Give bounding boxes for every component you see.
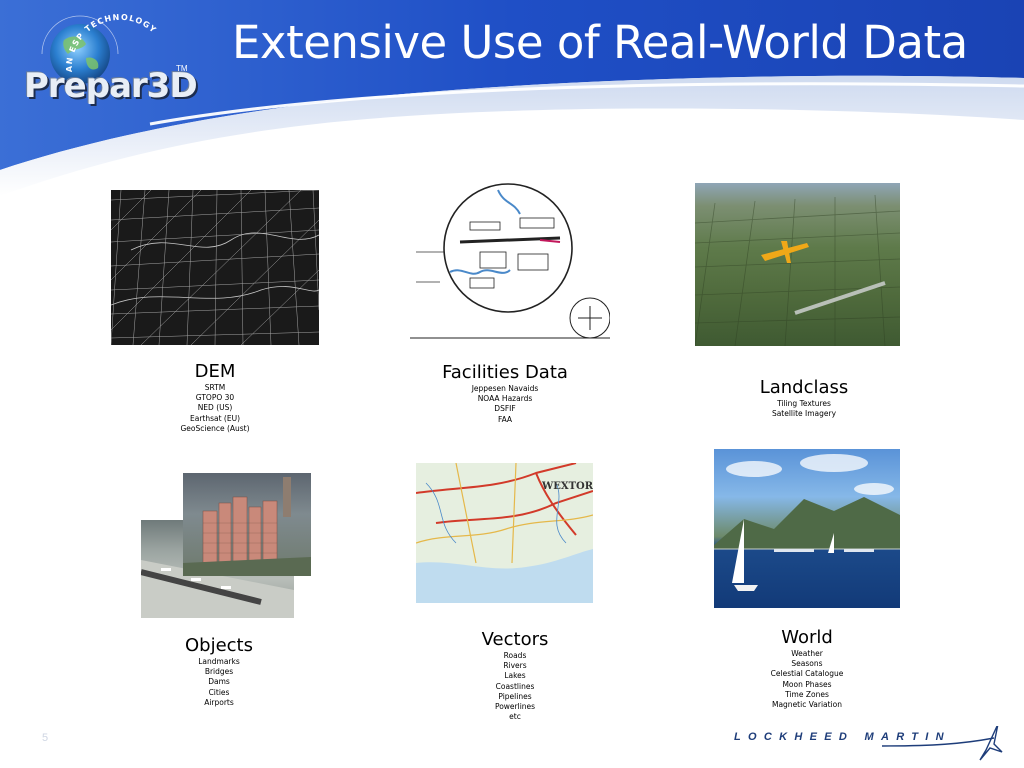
vectors-line: Lakes [504,671,526,681]
vectors-caption: Vectors Roads Rivers Lakes Coastlines Pi… [465,629,565,722]
vectors-line: Powerlines [494,702,536,712]
world-heading: World [781,627,833,648]
lockheed-martin-logo: LOCKHEED MARTIN [732,726,1012,766]
dem-line: Earthsat (EU) [189,413,241,423]
dem-caption: DEM SRTM GTOPO 30 NED (US) Earthsat (EU)… [165,361,265,434]
dem-heading: DEM [194,361,236,382]
vectors-line: Roads [503,651,527,660]
objects-line: Landmarks [198,657,240,666]
vectors-line: Coastlines [495,681,535,691]
prepar3d-logo: AN ESP TECHNOLOGY Prepar3D TM [20,14,200,118]
vectors-line: etc [509,712,521,722]
world-seascape-image [714,449,900,608]
world-caption: World Weather Seasons Celestial Catalogu… [737,627,877,710]
objects-line: Bridges [204,667,234,677]
world-line: Magnetic Variation [771,700,842,710]
map-label: WEXTOR [541,481,593,492]
logo-trademark: TM [176,64,188,73]
dem-line: GTOPO 30 [195,393,235,403]
facilities-caption: Facilities Data Jeppesen Navaids NOAA Ha… [425,362,585,425]
dem-line: NED (US) [197,403,233,413]
dem-line: GeoScience (Aust) [180,423,250,433]
star-swoosh-icon [881,726,1003,761]
facilities-line: DSFIF [494,404,516,414]
page-number: 5 [42,732,49,744]
facilities-line: NOAA Hazards [477,394,533,404]
world-line: Time Zones [785,689,829,699]
landclass-caption: Landclass Tiling Textures Satellite Imag… [744,377,864,419]
slide-title: Extensive Use of Real-World Data [232,16,968,69]
world-line: Weather [791,649,823,658]
vectors-line: Rivers [503,661,527,671]
slide-header: AN ESP TECHNOLOGY Prepar3D TM Extensive … [0,0,1024,200]
world-line: Moon Phases [782,679,832,689]
facilities-heading: Facilities Data [442,362,568,383]
facilities-chart-image [410,182,610,342]
world-line: Seasons [791,659,823,669]
vectors-map-image: WEXTOR [416,463,593,603]
logo-tagline: AN ESP TECHNOLOGY [65,14,159,72]
vectors-line: Pipelines [498,691,532,701]
landclass-line: Satellite Imagery [771,409,837,419]
facilities-line: FAA [497,414,513,424]
logo-product-name: Prepar3D [24,66,198,106]
vectors-heading: Vectors [481,629,549,650]
dem-line: SRTM [204,383,226,392]
objects-heading: Objects [184,635,253,656]
objects-line: Dams [208,677,230,687]
objects-line: Cities [208,687,230,697]
landclass-aerial-image [695,183,900,346]
facilities-line: Jeppesen Navaids [471,384,539,393]
objects-caption: Objects Landmarks Bridges Dams Cities Ai… [169,635,269,708]
dem-wireframe-image [111,190,319,345]
objects-line: Airports [204,697,234,707]
landclass-heading: Landclass [759,377,849,398]
landclass-line: Tiling Textures [777,399,831,408]
world-line: Celestial Catalogue [770,669,844,679]
svg-text:AN ESP TECHNOLOGY: AN ESP TECHNOLOGY [65,14,159,72]
objects-city-image [183,473,311,576]
